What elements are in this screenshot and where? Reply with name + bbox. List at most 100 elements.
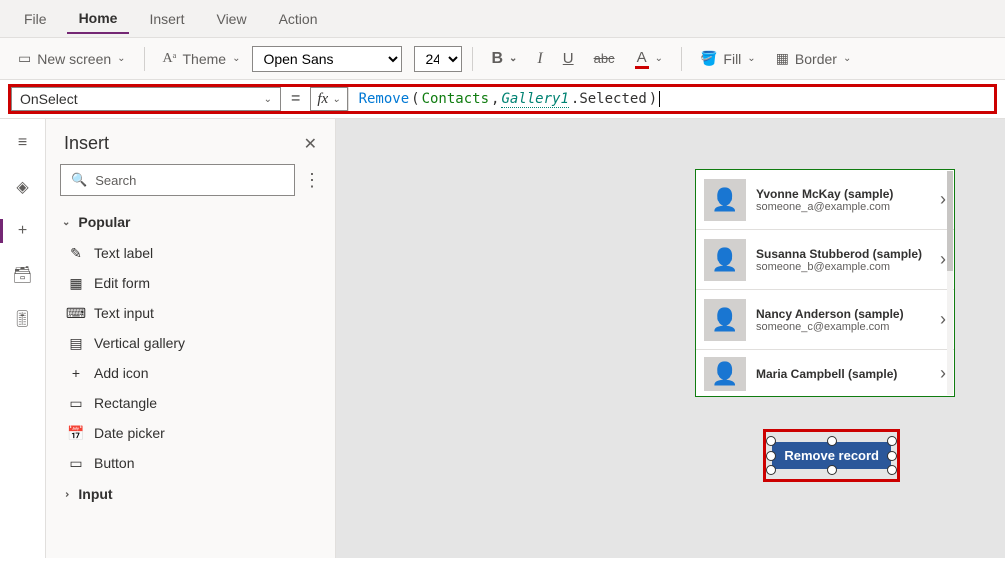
new-screen-button[interactable]: ▭ New screen ⌄ [10, 46, 134, 71]
item-label: Text input [94, 305, 154, 321]
contact-name: Nancy Anderson (sample) [756, 307, 930, 321]
search-placeholder: Search [95, 173, 136, 188]
theme-button[interactable]: Aᵃ Theme ⌄ [155, 47, 249, 71]
resize-handle[interactable] [887, 465, 897, 475]
rail-settings[interactable]: 🎚 [13, 309, 33, 329]
category-label: Popular [78, 214, 130, 230]
rail-layers[interactable]: ◈ [13, 177, 33, 197]
chevron-down-icon: ⌄ [843, 53, 851, 64]
formula-input[interactable]: Remove( Contacts, Gallery1.Selected ) [348, 87, 994, 111]
rail-data[interactable]: 🗃 [13, 265, 33, 285]
contact-name: Maria Campbell (sample) [756, 367, 930, 381]
avatar: 👤 [704, 299, 746, 341]
paint-bucket-icon: 🪣 [700, 50, 717, 67]
category-label: Input [78, 486, 112, 502]
insert-edit-form[interactable]: ▦ Edit form [46, 268, 335, 298]
font-size-select[interactable]: 24 [414, 46, 462, 72]
gallery-item[interactable]: 👤 Maria Campbell (sample) › [696, 350, 954, 397]
strikethrough-button[interactable]: abc [586, 47, 623, 70]
formula-token-fn: Remove [359, 91, 410, 107]
separator [681, 47, 682, 71]
contact-email: someone_c@example.com [756, 321, 930, 333]
font-color-icon: A [635, 49, 649, 69]
insert-text-input[interactable]: ⌨Text input [46, 298, 335, 328]
chevron-right-icon[interactable]: › [940, 363, 946, 384]
left-rail: ≡ ◈ + 🗃 🎚 [0, 119, 46, 558]
insert-panel: Insert ✕ 🔍 Search ⋮ ⌄ Popular ✎Text labe… [46, 119, 336, 558]
gallery-item[interactable]: 👤 Susanna Stubberod (sample)someone_b@ex… [696, 230, 954, 290]
menu-view[interactable]: View [204, 5, 258, 33]
insert-date-picker[interactable]: 📅Date picker [46, 418, 335, 448]
border-button[interactable]: ▦ Border ⌄ [768, 46, 860, 71]
form-icon: ▦ [68, 275, 84, 291]
theme-label: Theme [183, 51, 227, 67]
property-selector[interactable]: OnSelect ⌄ [11, 87, 281, 111]
item-label: Rectangle [94, 395, 157, 411]
close-icon[interactable]: ✕ [304, 134, 317, 154]
separator [144, 47, 145, 71]
rail-insert[interactable]: + [13, 221, 33, 241]
contact-name: Yvonne McKay (sample) [756, 187, 930, 201]
avatar: 👤 [704, 357, 746, 391]
canvas[interactable]: 👤 Yvonne McKay (sample)someone_a@example… [336, 119, 1005, 558]
property-label: OnSelect [20, 91, 78, 107]
menu-bar: File Home Insert View Action [0, 0, 1005, 38]
search-input[interactable]: 🔍 Search [60, 164, 295, 196]
gallery-icon: ▤ [68, 335, 84, 351]
chevron-right-icon[interactable]: › [940, 249, 946, 270]
resize-handle[interactable] [766, 451, 776, 461]
formula-token-id: Contacts [422, 91, 489, 107]
resize-handle[interactable] [827, 465, 837, 475]
resize-handle[interactable] [887, 451, 897, 461]
underline-button[interactable]: U [555, 46, 582, 71]
contact-name: Susanna Stubberod (sample) [756, 247, 930, 261]
menu-home[interactable]: Home [67, 4, 130, 34]
remove-record-button[interactable]: Remove record [772, 442, 891, 469]
category-input[interactable]: ⌄ Input [46, 478, 335, 510]
insert-rectangle[interactable]: ▭Rectangle [46, 388, 335, 418]
resize-handle[interactable] [766, 465, 776, 475]
chevron-down-icon: ⌄ [264, 94, 272, 105]
formula-token: .Selected [571, 91, 647, 107]
more-icon[interactable]: ⋮ [303, 170, 321, 191]
rail-tree-view[interactable]: ≡ [13, 133, 33, 153]
category-popular[interactable]: ⌄ Popular [46, 206, 335, 238]
new-screen-label: New screen [37, 51, 111, 67]
equals-sign: = [281, 90, 310, 108]
gallery-control[interactable]: 👤 Yvonne McKay (sample)someone_a@example… [695, 169, 955, 397]
formula-token: ) [649, 91, 657, 107]
bold-button[interactable]: B ⌄ [483, 46, 525, 72]
font-color-button[interactable]: A ⌄ [627, 45, 671, 73]
button-label: Remove record [784, 448, 879, 463]
formula-token: , [491, 91, 499, 107]
chevron-right-icon[interactable]: › [940, 309, 946, 330]
fill-button[interactable]: 🪣 Fill ⌄ [692, 46, 764, 71]
theme-icon: Aᵃ [163, 51, 177, 67]
menu-action[interactable]: Action [267, 5, 330, 33]
gallery-item[interactable]: 👤 Yvonne McKay (sample)someone_a@example… [696, 170, 954, 230]
chevron-down-icon: ⌄ [655, 53, 663, 64]
button-icon: ▭ [68, 455, 84, 471]
fx-button[interactable]: fx ⌄ [310, 87, 347, 111]
gallery-item[interactable]: 👤 Nancy Anderson (sample)someone_c@examp… [696, 290, 954, 350]
insert-vertical-gallery[interactable]: ▤Vertical gallery [46, 328, 335, 358]
resize-handle[interactable] [766, 436, 776, 446]
resize-handle[interactable] [827, 436, 837, 446]
insert-text-label[interactable]: ✎Text label [46, 238, 335, 268]
text-icon: ✎ [68, 245, 84, 261]
search-icon: 🔍 [71, 172, 87, 188]
resize-handle[interactable] [887, 436, 897, 446]
scrollbar-thumb[interactable] [947, 171, 953, 271]
insert-add-icon[interactable]: +Add icon [46, 358, 335, 388]
menu-file[interactable]: File [12, 5, 59, 33]
menu-insert[interactable]: Insert [137, 5, 196, 33]
chevron-right-icon[interactable]: › [940, 189, 946, 210]
italic-button[interactable]: I [529, 46, 550, 72]
chevron-right-icon: ⌄ [61, 490, 72, 498]
item-label: Edit form [94, 275, 150, 291]
calendar-icon: 📅 [68, 425, 84, 441]
insert-button[interactable]: ▭Button [46, 448, 335, 478]
item-label: Add icon [94, 365, 148, 381]
button-selection-highlight: Remove record [763, 429, 900, 482]
font-select[interactable]: Open Sans [252, 46, 402, 72]
